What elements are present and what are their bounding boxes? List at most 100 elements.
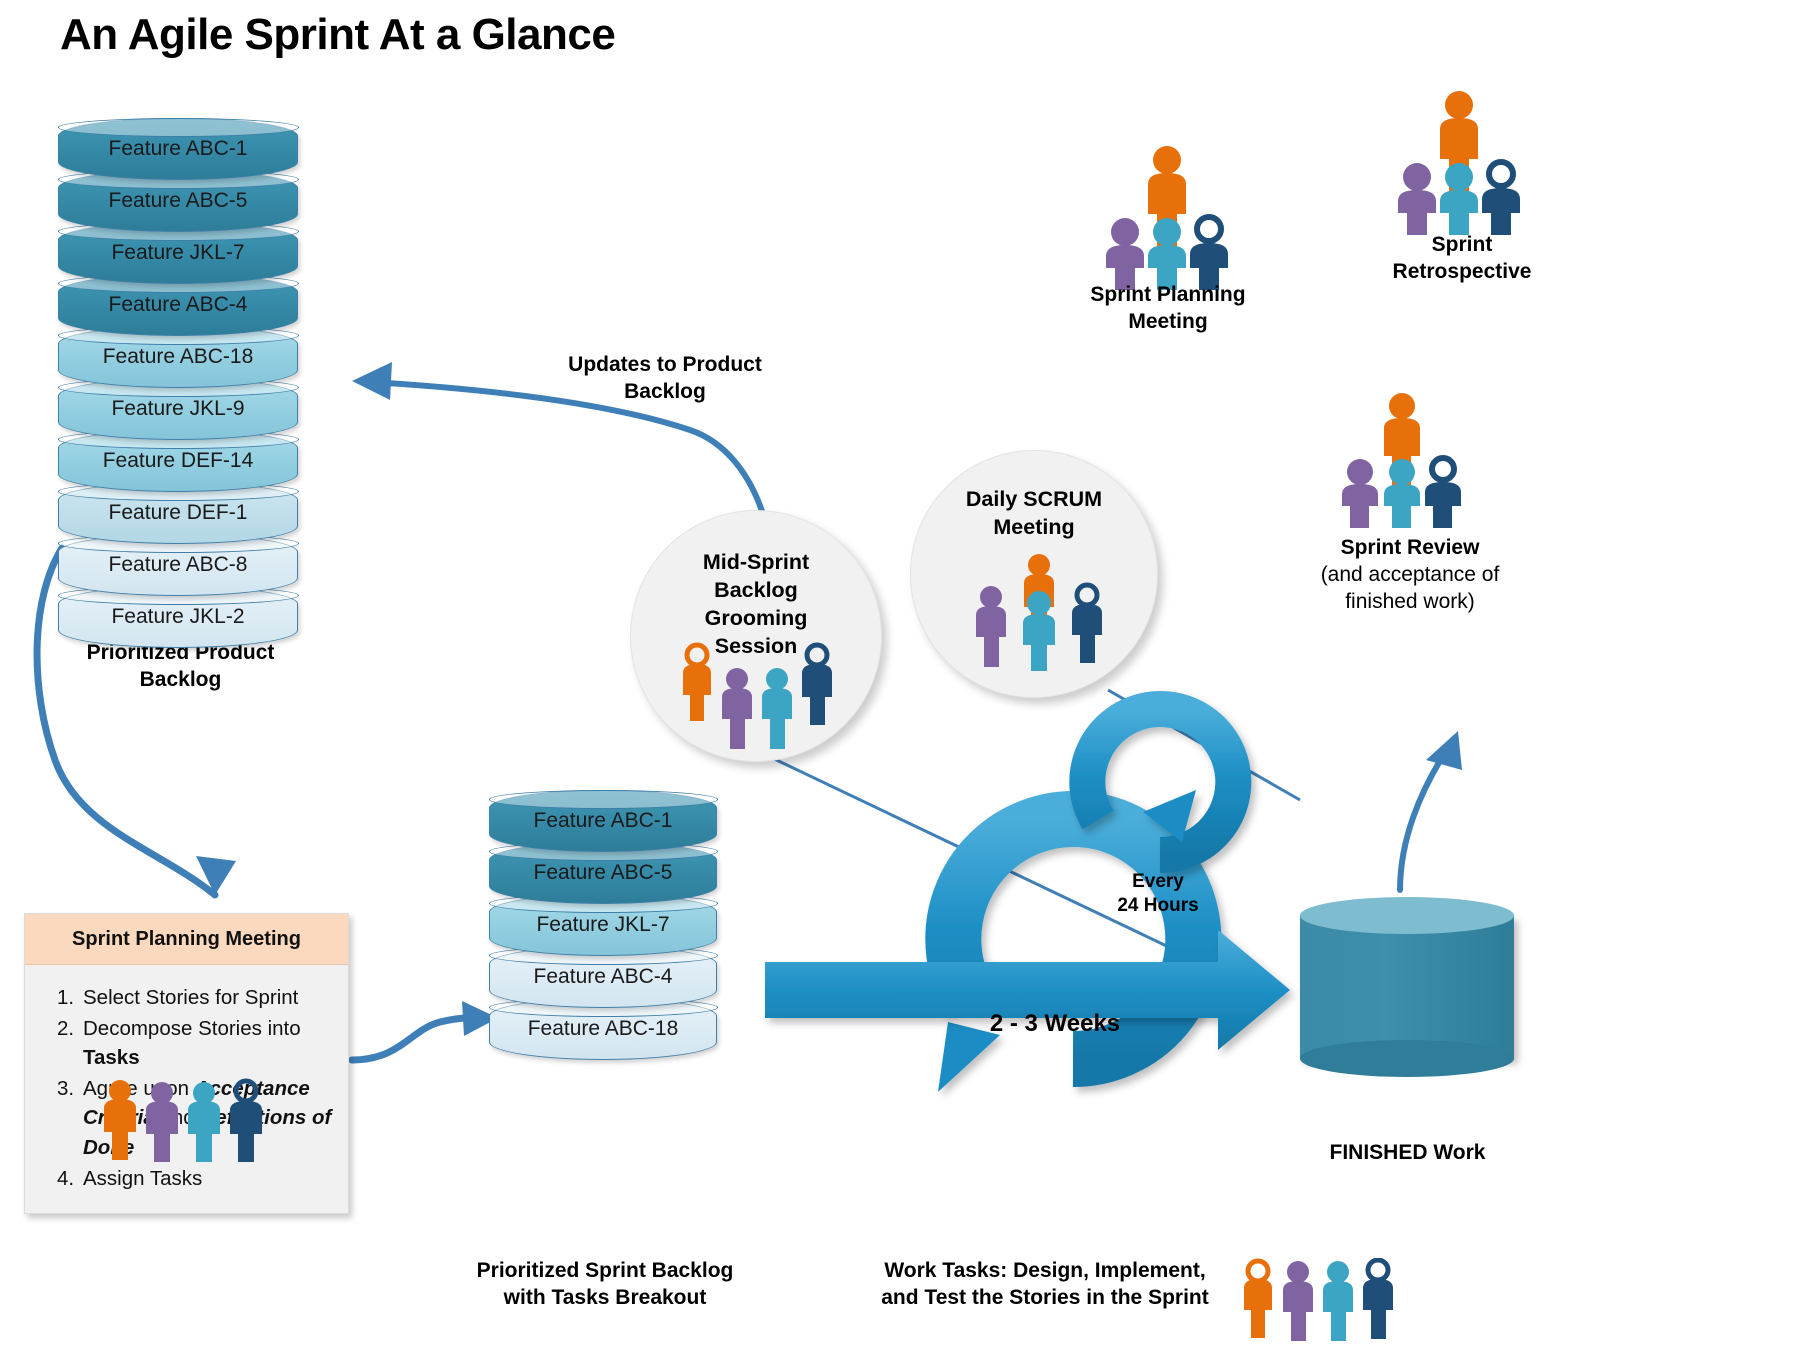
backlog-item-label: Feature ABC-18 [527, 1017, 679, 1040]
person-icon-navy [1425, 455, 1461, 528]
daily-scrum-line1: Daily SCRUM [965, 487, 1103, 511]
sprint-planning-meeting-box[interactable]: Sprint Planning Meeting Select Stories f… [24, 913, 349, 1214]
mid-sprint-line2: Backlog [714, 577, 798, 602]
diagram-canvas: An Agile Sprint At a Glance Feature ABC-… [0, 0, 1820, 1352]
sprint-planning-meeting-label: Sprint Planning Meeting [1060, 282, 1276, 336]
finished-work-cylinder [1300, 897, 1514, 1077]
people-group-planning-bottom [100, 1078, 270, 1163]
backlog-item-label: Feature ABC-4 [533, 965, 673, 988]
backlog-item-label: Feature DEF-14 [102, 449, 254, 472]
finished-work-cylinder-body [1300, 915, 1514, 1059]
person-icon-navy [1072, 582, 1102, 663]
daily-scrum-bubble-text: Daily SCRUM Meeting [911, 486, 1157, 542]
arrow-finished-to-review [1397, 731, 1462, 893]
sprint-retrospective-label: Sprint Retrospective [1352, 232, 1572, 286]
finished-work-cylinder-top [1300, 897, 1514, 934]
work-tasks-caption: Work Tasks: Design, Implement, and Test … [845, 1258, 1245, 1312]
daily-cycle-line1: Every [1132, 871, 1184, 892]
person-icon-purple [1398, 163, 1436, 235]
backlog-item-label: Feature JKL-2 [111, 605, 245, 628]
person-icon-teal [762, 668, 792, 749]
person-icon-teal [1148, 218, 1186, 290]
person-icon-orange [683, 642, 711, 721]
person-icon-purple [1106, 218, 1144, 290]
product-backlog-caption: Prioritized Product Backlog [58, 640, 303, 694]
backlog-item-label: Feature ABC-1 [533, 809, 673, 832]
backlog-item-label: Feature DEF-1 [108, 501, 248, 524]
backlog-item-label: Feature ABC-18 [102, 345, 254, 368]
person-icon-teal [1440, 163, 1478, 235]
sprint-review-line2: (and acceptance of [1320, 562, 1500, 586]
person-icon-orange [1244, 1258, 1272, 1338]
planning-step: Select Stories for Sprint [57, 983, 299, 1012]
updates-to-product-backlog-label: Updates to Product Backlog [520, 352, 810, 406]
person-icon-navy [1363, 1258, 1393, 1339]
people-group-sprint-review [1338, 388, 1468, 528]
person-icon-purple [1283, 1261, 1313, 1341]
backlog-item-label: Feature JKL-7 [111, 241, 245, 264]
mid-sprint-line1: Mid-Sprint [702, 550, 810, 574]
sprint-retrospective-label-line2: Retrospective [1392, 259, 1532, 283]
person-icon-purple [1342, 459, 1378, 528]
people-group-sprint-planning [1103, 140, 1233, 290]
people-group-mid-sprint [679, 639, 839, 749]
work-tasks-line1: Work Tasks: Design, Implement, [884, 1259, 1206, 1282]
mid-sprint-line3: Grooming [704, 605, 808, 630]
sprint-cycle-arrow [925, 791, 1222, 1092]
sprint-planning-label-line1: Sprint Planning [1090, 283, 1246, 306]
people-group-work-tasks [1240, 1258, 1400, 1343]
people-group-daily-scrum [969, 551, 1109, 671]
planning-step: Assign Tasks [57, 1164, 203, 1193]
daily-cycle-arrow [1069, 691, 1252, 874]
daily-scrum-bubble[interactable]: Daily SCRUM Meeting [910, 450, 1158, 698]
finished-work-label: FINISHED Work [1329, 1141, 1486, 1164]
person-icon-teal [188, 1082, 220, 1162]
person-icon-navy [802, 642, 832, 725]
person-icon-teal [1023, 591, 1055, 671]
person-icon-purple [976, 586, 1006, 667]
sprint-backlog-caption: Prioritized Sprint Backlog with Tasks Br… [440, 1258, 770, 1312]
people-group-sprint-retrospective [1395, 85, 1525, 235]
updates-label-line1: Updates to Product [568, 353, 762, 376]
person-icon-teal [1384, 459, 1420, 528]
sprint-review-line3: finished work) [1345, 589, 1475, 613]
backlog-item-label: Feature ABC-1 [108, 137, 248, 160]
planning-box-header: Sprint Planning Meeting [25, 914, 348, 965]
daily-scrum-line2: Meeting [993, 514, 1075, 539]
person-icon-purple [722, 668, 752, 749]
person-icon-orange [104, 1080, 136, 1160]
backlog-item-label: Feature ABC-5 [108, 189, 248, 212]
backlog-item-label: Feature ABC-8 [108, 553, 248, 576]
backlog-item[interactable]: Feature ABC-1 [57, 117, 299, 180]
daily-cycle-label: Every 24 Hours [1098, 870, 1218, 918]
sprint-backlog-caption-line2: with Tasks Breakout [503, 1285, 707, 1309]
person-icon-navy [230, 1078, 262, 1162]
prioritized-product-backlog-stack: Feature ABC-1 Feature ABC-5 Feature JKL-7 F… [57, 117, 299, 648]
page-title: An Agile Sprint At a Glance [60, 10, 616, 59]
backlog-item-label: Feature ABC-5 [533, 861, 673, 884]
backlog-item-label: Feature JKL-9 [111, 397, 245, 420]
backlog-item-label: Feature ABC-4 [108, 293, 248, 316]
backlog-item[interactable]: Feature ABC-1 [488, 789, 718, 852]
backlog-item-label: Feature JKL-7 [536, 913, 670, 936]
updates-label-line2: Backlog [624, 379, 706, 403]
daily-cycle-line2: 24 Hours [1117, 894, 1199, 916]
sprint-review-label: Sprint Review (and acceptance of finishe… [1290, 535, 1530, 616]
product-backlog-caption-line2: Backlog [139, 667, 222, 691]
person-icon-navy [1482, 159, 1520, 235]
person-icon-teal [1323, 1261, 1353, 1341]
connector-dailyscrum-to-cycle [1107, 688, 1301, 802]
person-icon-navy [1190, 214, 1228, 290]
person-icon-purple [146, 1082, 178, 1162]
sprint-backlog-caption-line1: Prioritized Sprint Backlog [476, 1259, 734, 1282]
sprint-retrospective-label-line1: Sprint [1431, 233, 1493, 256]
sprint-review-line1: Sprint Review [1340, 536, 1480, 559]
mid-sprint-grooming-bubble[interactable]: Mid-Sprint Backlog Grooming Session [630, 510, 882, 762]
sprint-planning-label-line2: Meeting [1128, 309, 1208, 333]
arrow-planning-to-sprint-backlog [348, 1001, 498, 1064]
connector-midsprint-to-cycle [744, 743, 1176, 952]
finished-work-cylinder-bottom [1300, 1040, 1514, 1077]
prioritized-sprint-backlog-stack: Feature ABC-1 Feature ABC-5 Feature JKL-7 F… [488, 789, 718, 1060]
planning-step: Decompose Stories into Tasks [57, 1014, 301, 1070]
sprint-duration-label: 2 - 3 Weeks [989, 1010, 1121, 1037]
